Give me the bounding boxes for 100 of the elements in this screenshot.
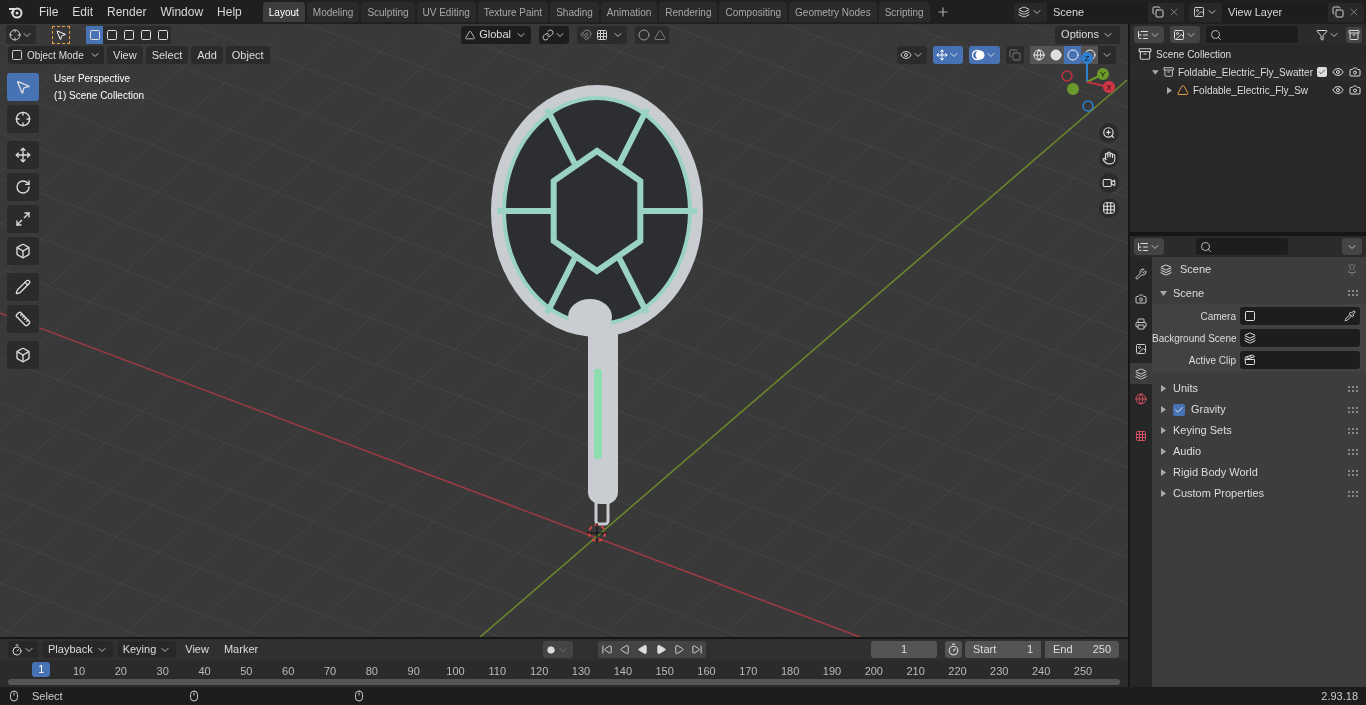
pivot-dropdown[interactable] [539,25,569,44]
menu-item[interactable]: Help [210,3,249,21]
end-frame-field[interactable]: End 250 [1045,641,1119,658]
add-workspace-icon[interactable] [935,5,950,19]
field-input[interactable] [1240,329,1360,347]
field-input[interactable] [1240,307,1360,325]
tool-button[interactable] [7,205,39,233]
options-dropdown[interactable] [1342,238,1362,255]
editor-type-button[interactable] [8,641,38,658]
tool-button[interactable] [7,237,39,265]
close-icon[interactable] [1348,6,1360,18]
navigation-gizmo-drawing[interactable]: Z Y X [1060,49,1120,115]
3d-cursor-icon[interactable] [586,522,608,544]
outliner-item[interactable]: Foldable_Electric_Fly_Swatter [1177,64,1313,80]
timeline-menu[interactable]: Marker [217,641,265,658]
eyedropper-icon[interactable] [1344,310,1356,322]
pan-hand-icon[interactable] [1099,148,1119,168]
editor-type-button[interactable] [6,25,36,44]
timeline-dropdown[interactable]: Keying [117,641,177,658]
checkbox[interactable] [1173,403,1185,416]
menu-item[interactable]: File [32,3,66,21]
outliner-item[interactable]: Scene Collection [1156,46,1232,62]
expanded-arrow-icon[interactable] [1160,289,1167,297]
workspace-tab[interactable]: Compositing [719,2,788,22]
section-title[interactable]: Custom Properties [1173,485,1265,502]
select-mode-button[interactable] [154,25,171,44]
mode-dropdown[interactable]: Object Mode [8,46,104,64]
drag-handle-icon[interactable] [1348,385,1358,392]
collapsed-arrow-icon[interactable] [1160,448,1167,455]
stopwatch-icon[interactable] [945,641,962,658]
include-checkbox[interactable] [1317,67,1327,77]
tool-button[interactable] [7,173,39,201]
drag-handle-icon[interactable] [1348,290,1358,296]
workspace-tab[interactable]: Geometry Nodes [789,2,877,22]
tool-button[interactable] [7,141,39,169]
proportional-edit-button[interactable] [635,25,669,44]
current-frame-field[interactable]: 1 [871,641,937,658]
drag-handle-icon[interactable] [1348,448,1358,455]
eye-icon[interactable] [1332,66,1344,78]
timeline-menu[interactable]: View [179,641,215,658]
drag-handle-icon[interactable] [1348,427,1358,434]
tool-button[interactable] [7,341,39,369]
copy-icon[interactable] [1152,6,1164,18]
app-logo-icon[interactable] [8,5,24,19]
close-icon[interactable] [1168,6,1180,18]
select-mode-button[interactable] [103,25,120,44]
camera-icon[interactable] [1349,84,1361,96]
transform-orientation-dropdown[interactable]: Global [461,25,531,44]
overlays-button[interactable] [969,46,1000,64]
view-layer-selector[interactable]: View Layer [1189,2,1364,22]
record-button[interactable] [543,641,574,658]
copy-icon[interactable] [1332,6,1344,18]
display-mode-button[interactable] [1134,26,1164,43]
shading-options-button[interactable] [1098,46,1116,64]
workspace-tab[interactable]: Sculpting [361,2,415,22]
field-input[interactable] [1240,351,1360,369]
select-mode-button[interactable] [86,25,103,44]
eye-icon[interactable] [1332,84,1344,96]
collapsed-arrow-icon[interactable] [1166,86,1173,94]
shading-button[interactable] [1047,46,1064,64]
drag-handle-icon[interactable] [1348,406,1358,413]
new-collection-icon[interactable] [1346,26,1362,43]
collapsed-arrow-icon[interactable] [1160,427,1167,434]
tool-button[interactable] [7,273,39,301]
menu-item[interactable]: Render [100,3,154,21]
viewport-menu[interactable]: Select [145,46,189,64]
properties-tab[interactable] [1130,363,1152,384]
shading-button[interactable] [1064,46,1081,64]
menu-item[interactable]: Window [153,3,211,21]
editor-type-button[interactable] [1134,238,1164,255]
view-mode-button[interactable] [1170,26,1200,43]
camera-view-icon[interactable] [1099,173,1119,193]
section-title[interactable]: Audio [1173,443,1202,460]
active-tool-button[interactable] [52,25,70,44]
drag-handle-icon[interactable] [1348,490,1358,497]
workspace-tab[interactable]: Modeling [306,2,360,22]
workspace-tab[interactable]: Scripting [878,2,930,22]
outliner-item[interactable]: Foldable_Electric_Fly_Sw [1193,82,1309,98]
workspace-tab[interactable]: Shading [550,2,599,22]
scene-selector[interactable]: Scene [1014,2,1184,22]
select-mode-button[interactable] [137,25,154,44]
workspace-tab[interactable]: Texture Paint [477,2,549,22]
workspace-tab[interactable]: Animation [600,2,658,22]
section-title[interactable]: Gravity [1191,401,1226,418]
grid-view-icon[interactable] [1099,198,1119,218]
collapsed-arrow-icon[interactable] [1160,469,1167,476]
menu-item[interactable]: Edit [65,3,101,21]
playhead-marker[interactable]: 1 [32,662,51,677]
collapsed-arrow-icon[interactable] [1160,385,1167,392]
zoom-icon[interactable] [1099,123,1119,143]
start-frame-field[interactable]: Start 1 [965,641,1041,658]
workspace-tab[interactable]: Layout [262,2,305,22]
search-field[interactable] [1206,26,1298,43]
tool-button[interactable] [7,305,39,333]
options-dropdown[interactable]: Options [1055,25,1120,44]
timeline-dropdown[interactable]: Playback [43,641,113,658]
section-title[interactable]: Rigid Body World [1173,464,1258,481]
collapsed-arrow-icon[interactable] [1160,490,1167,497]
shading-button[interactable] [1030,46,1047,64]
drag-handle-icon[interactable] [1348,469,1358,476]
